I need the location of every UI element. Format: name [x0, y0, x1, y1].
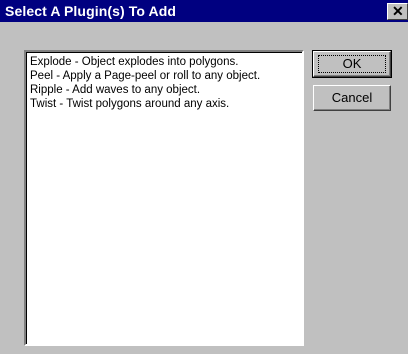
plugin-listbox[interactable]: Explode - Object explodes into polygons.…: [24, 50, 304, 346]
list-item-peel[interactable]: Peel - Apply a Page-peel or roll to any …: [30, 69, 260, 83]
cancel-button-label: Cancel: [331, 90, 373, 105]
list-item-twist[interactable]: Twist - Twist polygons around any axis.: [30, 97, 229, 111]
select-plugin-dialog: Select A Plugin(s) To Add ✕ Explode - Ob…: [0, 0, 408, 354]
list-item-explode[interactable]: Explode - Object explodes into polygons.: [30, 55, 238, 69]
close-button[interactable]: ✕: [387, 3, 408, 20]
ok-button-label: OK: [342, 56, 362, 71]
title-bar[interactable]: Select A Plugin(s) To Add ✕: [0, 0, 408, 22]
ok-button[interactable]: OK: [312, 50, 392, 78]
close-icon: ✕: [392, 3, 404, 19]
cancel-button[interactable]: Cancel: [313, 85, 391, 111]
list-item-ripple[interactable]: Ripple - Add waves to any object.: [30, 83, 200, 97]
dialog-title: Select A Plugin(s) To Add: [5, 3, 177, 19]
